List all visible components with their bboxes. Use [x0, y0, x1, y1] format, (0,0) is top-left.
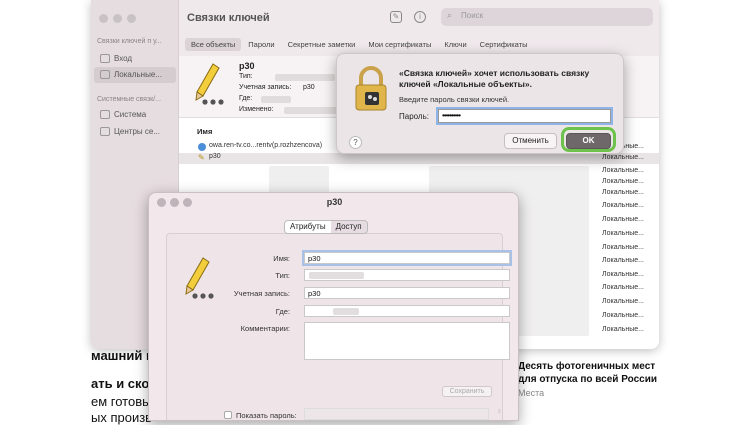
preview-modified-label: Изменено:: [239, 106, 274, 113]
article-right-title-2[interactable]: для отпуска по всей России: [518, 374, 657, 385]
pencil-icon: ✎: [198, 153, 205, 162]
row-name: owa.ren-tv.co...rentv(p.rozhzencova): [209, 142, 323, 149]
row-kind: Локальные...: [602, 178, 644, 185]
kind-field[interactable]: [304, 269, 510, 281]
close-window-button[interactable]: [99, 14, 108, 23]
preview-name: p30: [239, 61, 255, 71]
password-dialog: «Связка ключей» хочет использовать связк…: [336, 53, 624, 154]
dialog-subtitle: Введите пароль связки ключей.: [399, 95, 510, 104]
sidebar-heading-user: Связки ключей п у...: [97, 38, 162, 45]
row-kind: Локальные...: [602, 202, 644, 209]
name-field[interactable]: p30: [302, 250, 512, 266]
column-header-name[interactable]: Имя: [197, 127, 212, 136]
lock-icon: [100, 54, 110, 63]
tab-secure-notes[interactable]: Секретные заметки: [282, 38, 362, 51]
edit-icon[interactable]: ✎: [390, 11, 402, 23]
account-field[interactable]: p30: [304, 287, 510, 299]
zoom-window-button[interactable]: [127, 14, 136, 23]
window-title: Связки ключей: [187, 12, 270, 24]
cancel-button[interactable]: Отменить: [504, 133, 557, 149]
lock-icon: [100, 70, 110, 79]
preview-account-label: Учетная запись:: [239, 84, 292, 91]
row-kind: Локальные...: [602, 312, 644, 319]
account-label: Учетная запись:: [233, 289, 290, 298]
dialog-title: «Связка ключей» хочет использовать связк…: [399, 68, 590, 89]
row-kind: Локальные...: [602, 216, 644, 223]
ok-button[interactable]: OK: [566, 133, 611, 149]
article-left-line-3: ем готовы: [91, 394, 152, 409]
row-kind: Локальные...: [602, 298, 644, 305]
globe-icon: [198, 143, 206, 151]
tab-certificates[interactable]: Сертификаты: [474, 38, 534, 51]
redacted-value: [261, 96, 291, 103]
sidebar-item-cert-centers[interactable]: Центры се...: [94, 124, 176, 140]
comments-field[interactable]: [304, 322, 510, 360]
tab-attributes[interactable]: Атрибуты: [285, 221, 331, 233]
redacted-value: [309, 272, 364, 279]
lock-icon: [100, 110, 110, 119]
article-left-line-4: ых произв: [91, 410, 153, 425]
row-kind: Локальные...: [602, 167, 644, 174]
password-field[interactable]: [304, 408, 489, 420]
padlock-icon: [355, 66, 387, 111]
row-kind: Локальные...: [602, 244, 644, 251]
row-kind: Локальные...: [602, 326, 644, 333]
category-tabs: Все объекты Пароли Секретные заметки Мои се…: [185, 38, 535, 52]
search-input[interactable]: ⌕ Поиск: [441, 8, 653, 26]
password-field[interactable]: ••••••••••: [436, 107, 613, 125]
where-field[interactable]: [304, 305, 510, 317]
article-left-line-1: машний к: [91, 348, 153, 363]
tab-access[interactable]: Доступ: [331, 221, 367, 233]
redacted-value: [333, 308, 359, 315]
redacted-value: [275, 74, 335, 81]
sidebar-heading-system: Системные связк/...: [97, 96, 162, 103]
sidebar-item-login[interactable]: Вход: [94, 51, 176, 67]
sidebar-item-label: Локальные...: [114, 70, 162, 79]
tab-my-certificates[interactable]: Мои сертификаты: [362, 38, 437, 51]
article-right-title-1[interactable]: Десять фотогеничных мест: [518, 361, 655, 372]
info-icon[interactable]: i: [414, 11, 426, 23]
show-password-checkbox[interactable]: [224, 411, 232, 419]
sidebar-item-local[interactable]: Локальные...: [94, 67, 176, 83]
show-password-label: Показать пароль:: [236, 411, 297, 420]
row-kind: Локальные...: [602, 189, 644, 196]
row-kind: Локальные...: [602, 271, 644, 278]
tab-all[interactable]: Все объекты: [185, 38, 242, 51]
preview-where-label: Где:: [239, 95, 253, 102]
password-label: Пароль:: [399, 112, 429, 121]
help-button[interactable]: ?: [349, 136, 362, 149]
article-right-meta: Места: [518, 388, 545, 398]
sidebar-item-system[interactable]: Система: [94, 107, 176, 123]
comments-label: Комментарии:: [240, 324, 290, 333]
sidebar-item-label: Система: [114, 110, 147, 119]
search-placeholder: Поиск: [461, 11, 484, 20]
kind-label: Тип:: [275, 271, 290, 280]
item-detail-window: p30 Имя: p30 Тип: Учетная запись: p30 Гд…: [148, 192, 519, 421]
minimize-window-button[interactable]: [113, 14, 122, 23]
sidebar-item-label: Центры се...: [114, 127, 160, 136]
search-icon: ⌕: [447, 10, 453, 20]
list-item[interactable]: ✎ p30 Локальные...: [179, 153, 659, 164]
tab-keys[interactable]: Ключи: [438, 38, 472, 51]
lock-icon: [100, 127, 110, 136]
save-button[interactable]: Сохранить: [442, 386, 492, 397]
row-kind: Локальные...: [602, 230, 644, 237]
key-icon[interactable]: ♀: [496, 406, 503, 416]
preview-account-value: p30: [303, 84, 315, 91]
where-label: Где:: [275, 307, 290, 316]
preview-type-label: Тип:: [239, 73, 253, 80]
pencil-icon: [195, 63, 224, 105]
row-kind: Локальные...: [602, 257, 644, 264]
name-label: Имя:: [273, 254, 290, 263]
sidebar-item-label: Вход: [114, 54, 133, 63]
tab-passwords[interactable]: Пароли: [242, 38, 280, 51]
row-kind: Локальные...: [602, 154, 644, 161]
row-kind: Локальные...: [602, 284, 644, 291]
detail-tabs: Атрибуты Доступ: [284, 220, 368, 234]
pencil-icon: [185, 257, 214, 299]
detail-title: p30: [326, 197, 343, 207]
row-name: p30: [209, 153, 221, 160]
